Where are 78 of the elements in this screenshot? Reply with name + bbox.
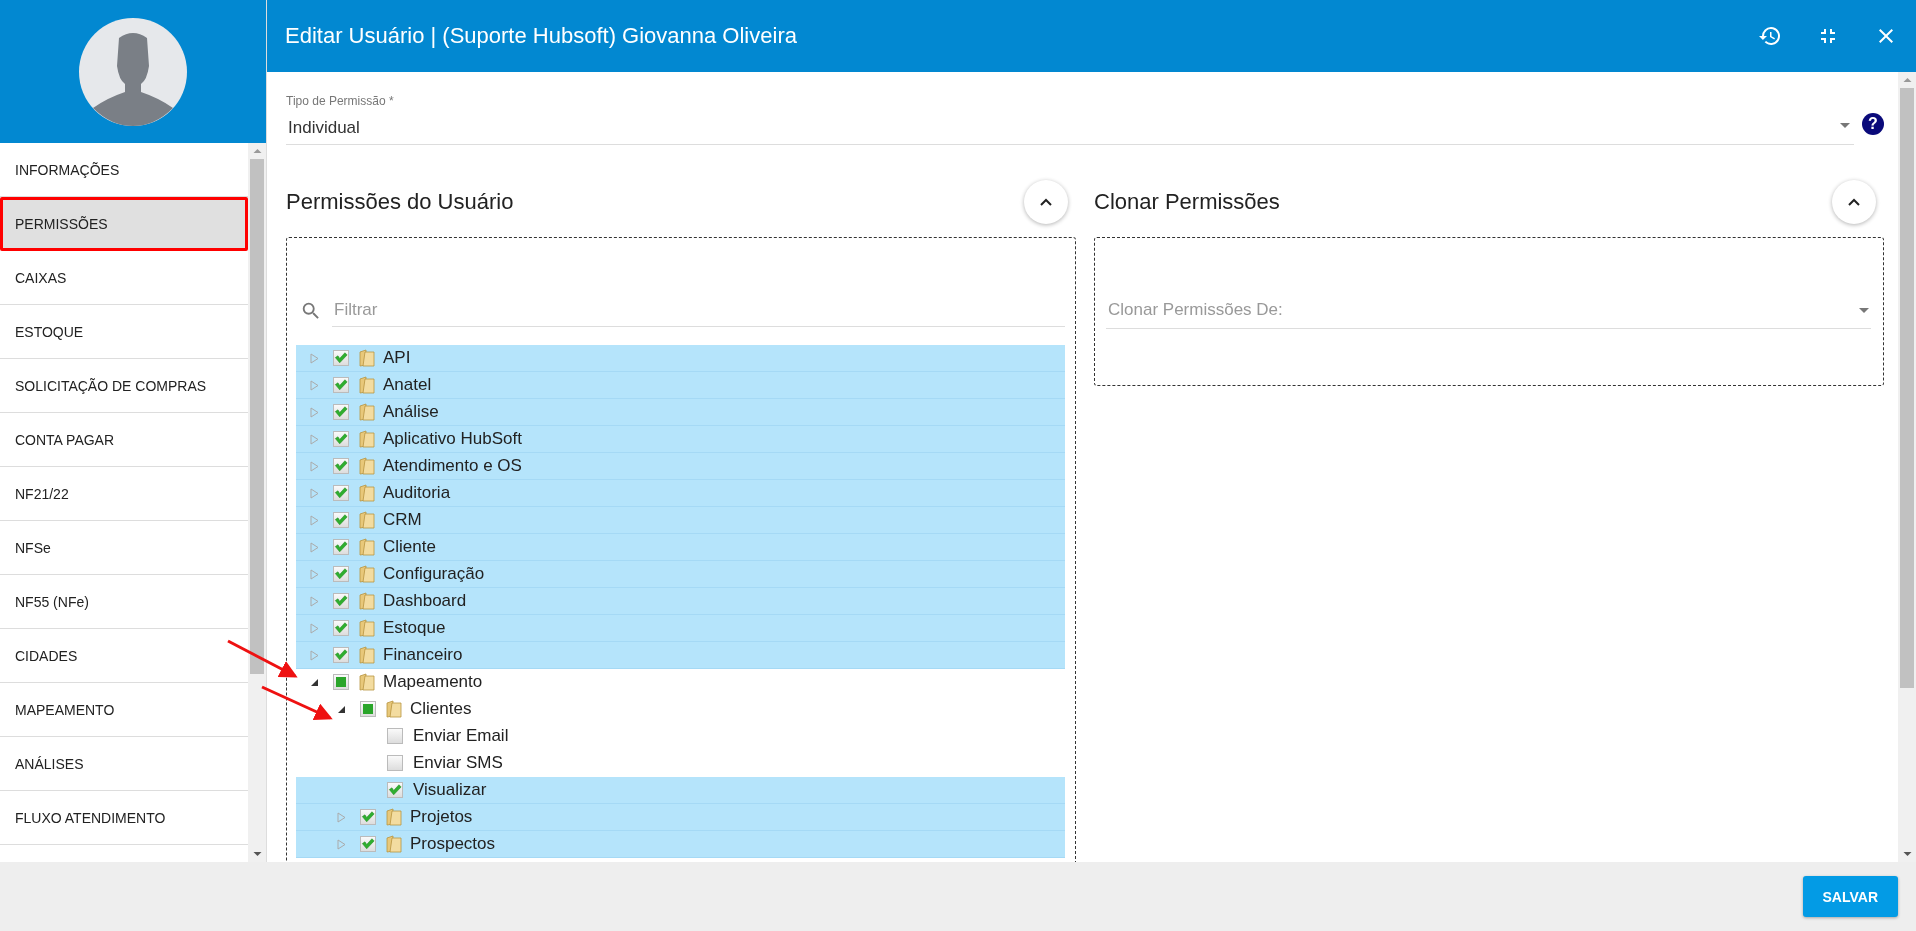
folder-icon: [359, 484, 375, 502]
tree-node-label[interactable]: Análise: [383, 402, 439, 422]
expand-toggle-icon[interactable]: [308, 514, 320, 526]
expand-toggle-icon[interactable]: [308, 622, 320, 634]
tree-checkbox[interactable]: [333, 377, 349, 393]
expand-toggle-icon[interactable]: [308, 406, 320, 418]
tree-node-label[interactable]: Anatel: [383, 375, 432, 395]
tree-node-label[interactable]: Mapeamento: [383, 672, 483, 692]
tree-node-label[interactable]: Enviar Email: [413, 726, 509, 746]
tree-checkbox[interactable]: [333, 350, 349, 366]
folder-icon: [386, 835, 402, 853]
folder-icon: [359, 376, 375, 394]
folder-icon: [386, 700, 402, 718]
tree-node-label[interactable]: Cliente: [383, 537, 436, 557]
tree-checkbox[interactable]: [333, 404, 349, 420]
expand-toggle-icon[interactable]: [308, 649, 320, 661]
folder-icon: [359, 592, 375, 610]
expand-toggle-icon[interactable]: [308, 460, 320, 472]
folder-icon: [359, 538, 375, 556]
folder-icon: [359, 430, 375, 448]
folder-icon: [359, 565, 375, 583]
tree-node-label[interactable]: API: [383, 348, 411, 368]
tree-node-label[interactable]: Atendimento e OS: [383, 456, 522, 476]
tree-checkbox[interactable]: [333, 485, 349, 501]
tree-node-label[interactable]: Projetos: [410, 807, 473, 827]
content-scrollbar[interactable]: [1898, 72, 1916, 862]
tree-node-label[interactable]: CRM: [383, 510, 422, 530]
folder-icon: [359, 511, 375, 529]
expand-toggle-icon[interactable]: [335, 838, 347, 850]
tree-node-label[interactable]: Dashboard: [383, 591, 467, 611]
tree-checkbox[interactable]: [333, 620, 349, 636]
tree-node-label[interactable]: Visualizar: [413, 780, 487, 800]
section-title: Clonar Permissões: [1094, 189, 1280, 215]
tree-node-label[interactable]: Clientes: [410, 699, 472, 719]
avatar-silhouette-icon: [79, 17, 187, 126]
expand-toggle-icon[interactable]: [308, 352, 320, 364]
tree-checkbox[interactable]: [360, 836, 376, 852]
folder-icon: [359, 619, 375, 637]
annotation-arrow: [261, 685, 333, 720]
tree-checkbox[interactable]: [387, 728, 403, 744]
window-title: Editar Usuário | (Suporte Hubsoft) Giovanna Oliveira: [285, 23, 798, 49]
tree-checkbox[interactable]: [387, 782, 403, 798]
tree-checkbox[interactable]: [333, 539, 349, 555]
tree-node-label[interactable]: Prospectos: [410, 834, 496, 854]
section-title: Permissões do Usuário: [286, 189, 514, 215]
help-icon[interactable]: ?: [1862, 112, 1884, 135]
tree-node-label[interactable]: Enviar SMS: [413, 753, 503, 773]
permission-type-select[interactable]: Tipo de Permissão * Individual: [286, 94, 1854, 145]
expand-toggle-icon[interactable]: [308, 595, 320, 607]
tree-checkbox[interactable]: [333, 431, 349, 447]
tree-node-label[interactable]: Estoque: [383, 618, 446, 638]
folder-icon: [359, 403, 375, 421]
sidebar-scrollbar[interactable]: [248, 143, 266, 862]
annotation-arrow: [227, 639, 298, 678]
folder-icon: [386, 808, 402, 826]
tree-checkbox[interactable]: [387, 755, 403, 771]
tree-node-label[interactable]: Financeiro: [383, 645, 463, 665]
expand-toggle-icon[interactable]: [308, 487, 320, 499]
tree-checkbox[interactable]: [333, 566, 349, 582]
tree-checkbox[interactable]: [333, 593, 349, 609]
dropdown-caret-icon: [1840, 123, 1850, 128]
expand-toggle-icon[interactable]: [308, 541, 320, 553]
tree-node-label[interactable]: Auditoria: [383, 483, 451, 503]
tree-checkbox[interactable]: [333, 458, 349, 474]
expand-toggle-icon[interactable]: [335, 811, 347, 823]
folder-icon: [359, 349, 375, 367]
tree-checkbox[interactable]: [333, 647, 349, 663]
tree-node-label[interactable]: Configuração: [383, 564, 485, 584]
folder-icon: [359, 673, 375, 691]
folder-icon: [359, 646, 375, 664]
expand-toggle-icon[interactable]: [308, 379, 320, 391]
expand-toggle-icon[interactable]: [308, 568, 320, 580]
expand-toggle-icon[interactable]: [308, 433, 320, 445]
tree-checkbox[interactable]: [333, 512, 349, 528]
sidebar-item[interactable]: PERMISSÕES: [0, 197, 248, 251]
folder-icon: [359, 457, 375, 475]
tree-checkbox[interactable]: [360, 809, 376, 825]
tree-node-label[interactable]: Aplicativo HubSoft: [383, 429, 522, 449]
